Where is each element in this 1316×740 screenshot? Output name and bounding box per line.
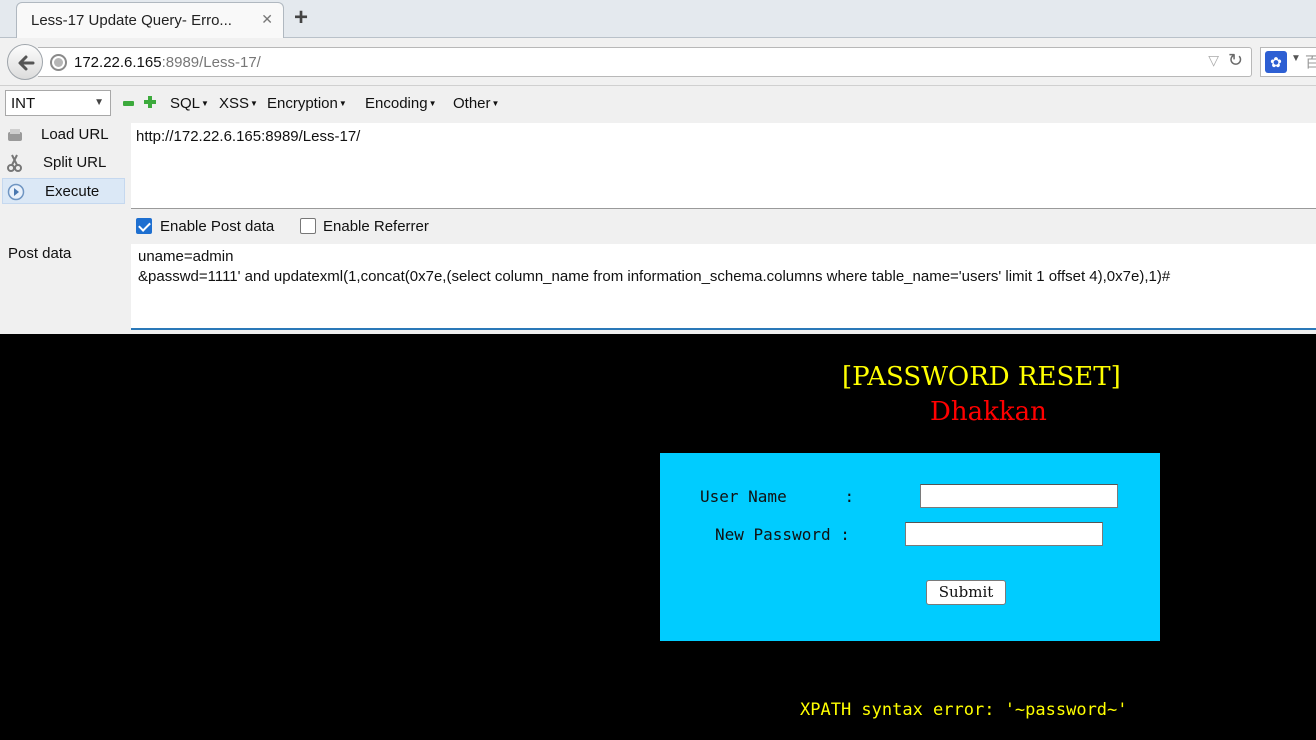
menu-encoding-label: Encoding — [365, 95, 428, 112]
chevron-down-icon: ▼ — [94, 97, 104, 108]
tab-strip: Less-17 Update Query- Erro... ✕ + — [0, 0, 1316, 38]
back-arrow-icon — [18, 55, 35, 71]
menu-xss[interactable]: XSS▼ — [219, 95, 258, 112]
url-host: 172.22.6.165 — [74, 54, 162, 71]
url-textarea[interactable]: http://172.22.6.165:8989/Less-17/ — [131, 123, 1316, 209]
increase-icon[interactable] — [144, 96, 156, 108]
scissors-icon — [7, 154, 22, 172]
baidu-paw-icon[interactable]: ✿ — [1265, 51, 1287, 73]
close-tab-icon[interactable]: ✕ — [261, 11, 273, 28]
search-engine-box[interactable]: ✿ ▼ 百 — [1260, 47, 1316, 77]
type-select[interactable]: INT ▼ — [5, 90, 111, 116]
password-reset-form: User Name : New Password : Submit — [660, 453, 1160, 641]
back-button[interactable] — [7, 44, 43, 80]
menu-encryption[interactable]: Encryption▼ — [267, 95, 347, 112]
play-icon — [7, 183, 25, 201]
globe-icon — [50, 54, 67, 71]
tab-title: Less-17 Update Query- Erro... — [31, 12, 232, 29]
url-textarea-value: http://172.22.6.165:8989/Less-17/ — [136, 128, 361, 145]
chevron-down-icon[interactable]: ▼ — [1291, 53, 1301, 64]
execute-button[interactable]: Execute — [2, 178, 125, 204]
execute-label: Execute — [45, 183, 100, 200]
menu-xss-label: XSS — [219, 95, 250, 112]
page-subtitle: Dhakkan — [930, 397, 1047, 427]
load-url-button[interactable]: Load URL — [2, 122, 125, 148]
navigation-bar: 172.22.6.165:8989/Less-17/ ▽ ↻ ✿ ▼ 百 — [0, 38, 1316, 86]
post-data-line-2: &passwd=1111' and updatexml(1,concat(0x7… — [138, 268, 1171, 285]
split-url-label: Split URL — [43, 154, 107, 171]
tab-active[interactable]: Less-17 Update Query- Erro... ✕ — [16, 2, 284, 38]
enable-post-checkbox[interactable] — [136, 218, 152, 234]
hackbar-panel: INT ▼ SQL▼ XSS▼ Encryption▼ Encoding▼ Ot… — [0, 86, 1316, 334]
split-url-button[interactable]: Split URL — [2, 150, 125, 176]
reload-icon[interactable]: ↻ — [1228, 50, 1243, 71]
new-password-input[interactable] — [905, 522, 1103, 546]
url-history-dropdown-icon[interactable]: ▽ — [1208, 52, 1219, 69]
menu-other[interactable]: Other▼ — [453, 95, 499, 112]
page-content: [PASSWORD RESET] Dhakkan User Name : New… — [0, 334, 1316, 740]
enable-referrer-checkbox[interactable] — [300, 218, 316, 234]
load-url-label: Load URL — [41, 126, 109, 143]
submit-button[interactable]: Submit — [926, 580, 1006, 605]
enable-referrer-label: Enable Referrer — [323, 218, 429, 235]
error-message: XPATH syntax error: '~password~' — [800, 700, 1128, 720]
post-data-line-1: uname=admin — [138, 248, 234, 265]
page-title: [PASSWORD RESET] — [842, 362, 1121, 392]
post-data-textarea[interactable]: uname=admin &passwd=1111' and updatexml(… — [131, 244, 1316, 330]
username-input[interactable] — [920, 484, 1118, 508]
post-data-label: Post data — [8, 245, 72, 262]
menu-other-label: Other — [453, 95, 491, 112]
decrease-icon[interactable] — [123, 101, 134, 106]
new-password-label: New Password : — [715, 525, 850, 544]
menu-encryption-label: Encryption — [267, 95, 338, 112]
url-text: 172.22.6.165:8989/Less-17/ — [74, 54, 261, 71]
menu-sql[interactable]: SQL▼ — [170, 95, 209, 112]
new-tab-icon[interactable]: + — [294, 5, 308, 31]
menu-sql-label: SQL — [170, 95, 201, 112]
type-select-value: INT — [11, 95, 36, 112]
enable-post-label: Enable Post data — [160, 218, 275, 235]
load-url-icon — [8, 129, 22, 141]
username-label: User Name : — [700, 487, 855, 506]
url-path: :8989/Less-17/ — [161, 54, 261, 71]
search-placeholder: 百 — [1305, 54, 1316, 71]
menu-encoding[interactable]: Encoding▼ — [365, 95, 436, 112]
url-bar[interactable]: 172.22.6.165:8989/Less-17/ ▽ ↻ — [38, 47, 1252, 77]
